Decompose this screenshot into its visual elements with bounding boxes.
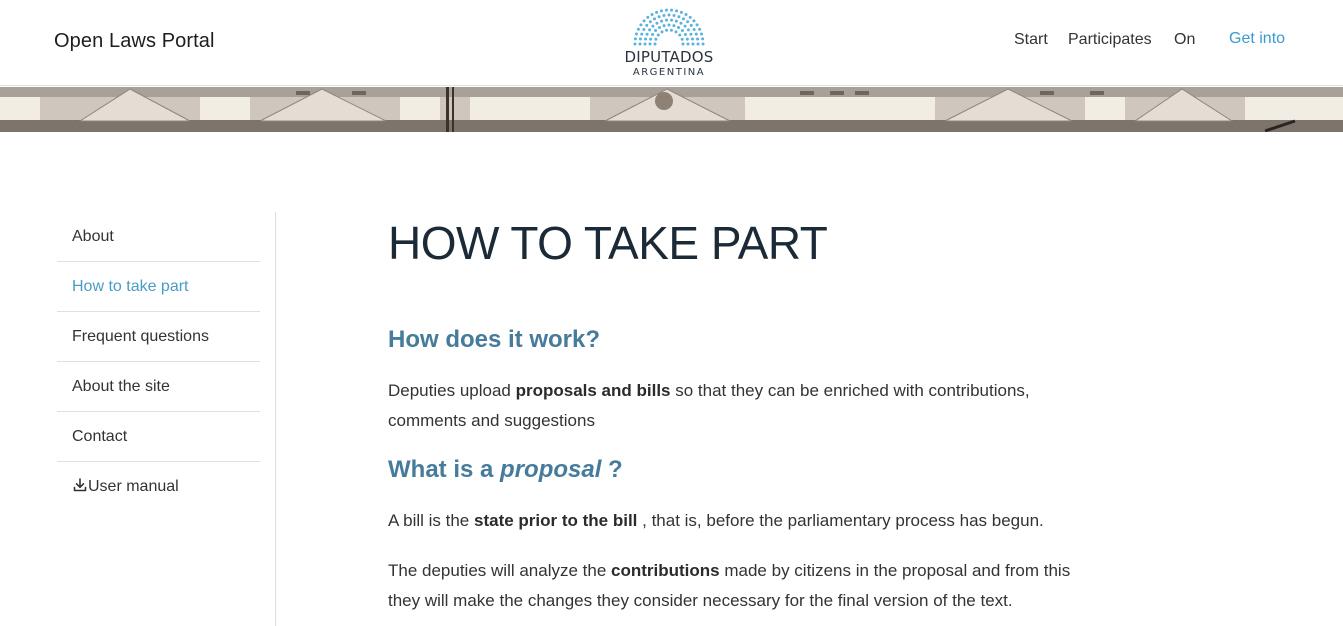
nav-participates[interactable]: Participates <box>1068 31 1152 49</box>
sidebar-item-user-manual[interactable]: User manual <box>57 462 260 512</box>
nav-get-into[interactable]: Get into <box>1229 30 1285 48</box>
heading-emphasis-proposal: proposal <box>500 456 602 483</box>
nav-on[interactable]: On <box>1174 31 1195 49</box>
hero-banner-image <box>0 87 1343 132</box>
sidebar-item-user-manual-label: User manual <box>88 478 179 495</box>
heading-how-does-it-work: How does it work? <box>388 326 601 353</box>
diputados-logo[interactable]: DIPUTADOS ARGENTINA <box>619 6 719 82</box>
page-title: HOW TO TAKE PART <box>388 217 828 269</box>
logo-text: DIPUTADOS <box>624 48 714 66</box>
logo-subtext: ARGENTINA <box>632 67 706 78</box>
heading-what-is-a-proposal: What is a proposal ? <box>388 456 623 483</box>
sidebar-nav: About How to take part Frequent question… <box>57 212 276 626</box>
sidebar-item-frequent-questions[interactable]: Frequent questions <box>57 312 260 362</box>
sidebar-item-contact[interactable]: Contact <box>57 412 260 462</box>
dome-icon <box>633 8 705 46</box>
sidebar-item-about-the-site[interactable]: About the site <box>57 362 260 412</box>
header: Open Laws Portal DIPUTADOS ARGENTINA Sta… <box>0 0 1343 86</box>
bold-proposals-and-bills: proposals and bills <box>515 381 671 400</box>
nav-start[interactable]: Start <box>1014 31 1048 49</box>
download-icon <box>73 478 87 492</box>
paragraph-bill-state: A bill is the state prior to the bill , … <box>388 511 1044 530</box>
site-title-link[interactable]: Open Laws Portal <box>54 30 215 53</box>
sidebar-item-about[interactable]: About <box>57 212 260 262</box>
bold-contributions: contributions <box>611 561 720 580</box>
paragraph-contributions: The deputies will analyze the contributi… <box>388 561 1071 610</box>
paragraph-how-it-works: Deputies upload proposals and bills so t… <box>388 381 1030 430</box>
sidebar-item-how-to-take-part[interactable]: How to take part <box>57 262 260 312</box>
bold-state-prior: state prior to the bill <box>474 511 638 530</box>
